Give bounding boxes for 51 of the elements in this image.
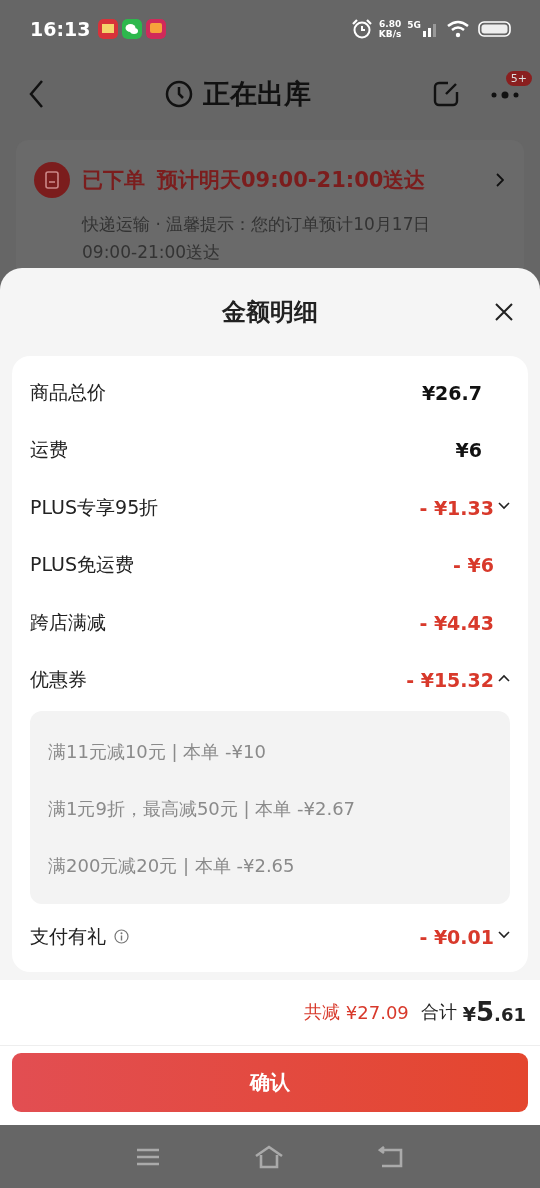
savings-label: 共减 xyxy=(303,1000,340,1024)
back-icon[interactable] xyxy=(28,79,44,109)
chevron-down-icon[interactable] xyxy=(498,930,510,939)
app-icon xyxy=(98,19,119,39)
fee-amount: - ¥4.43 xyxy=(419,611,494,634)
chevron-right-icon[interactable] xyxy=(496,173,504,187)
notification-badge: 5+ xyxy=(505,70,532,86)
signal-icon xyxy=(422,21,438,37)
coupon-detail: 满11元减10元 | 本单 -¥10 xyxy=(48,740,267,764)
fee-amount: - ¥15.32 xyxy=(406,669,494,692)
savings-amount: ¥27.09 xyxy=(345,1001,409,1023)
fee-amount: - ¥0.01 xyxy=(419,925,494,948)
fee-amount: ¥26.7 xyxy=(421,381,482,404)
fee-label: 跨店满减 xyxy=(30,609,106,635)
total-amount: ¥5.61 xyxy=(462,997,526,1027)
delivery-status: 已下单 xyxy=(82,167,145,194)
fee-amount: ¥6 xyxy=(455,439,482,462)
fee-label: 支付有礼 xyxy=(30,923,106,949)
sheet-title: 金额明细 xyxy=(222,297,318,328)
close-icon[interactable] xyxy=(494,302,514,322)
battery-icon xyxy=(478,21,512,37)
shopping-app-icon xyxy=(146,19,167,39)
fee-label: 运费 xyxy=(30,437,68,463)
network-type: 5G xyxy=(407,20,421,30)
page-title: 正在出库 xyxy=(203,77,311,111)
delivery-eta: 预计明天09:00-21:00送达 xyxy=(157,167,426,194)
info-icon[interactable] xyxy=(114,929,129,945)
fee-label: 商品总价 xyxy=(30,379,106,405)
wifi-icon xyxy=(446,20,470,38)
chevron-up-icon[interactable] xyxy=(498,674,510,683)
clock-icon xyxy=(165,80,193,108)
share-icon[interactable] xyxy=(432,80,460,108)
network-speed: 6.80 KB/s xyxy=(378,19,402,39)
status-time: 16:13 xyxy=(30,18,91,40)
fee-label: 优惠券 xyxy=(30,667,87,693)
fee-label: PLUS免运费 xyxy=(30,552,135,578)
alarm-icon xyxy=(350,18,373,40)
home-icon[interactable] xyxy=(254,1144,284,1169)
chat-app-icon xyxy=(122,19,143,39)
return-icon[interactable] xyxy=(378,1145,404,1168)
menu-icon[interactable] xyxy=(136,1146,160,1167)
fee-amount: - ¥6 xyxy=(453,554,494,577)
document-icon xyxy=(34,162,70,198)
total-label: 合计 xyxy=(420,1000,457,1024)
coupon-detail: 满1元9折，最高减50元 | 本单 -¥2.67 xyxy=(48,797,357,821)
fee-amount: - ¥1.33 xyxy=(419,496,494,519)
confirm-button[interactable]: 确认 xyxy=(12,1052,528,1112)
chevron-down-icon[interactable] xyxy=(498,501,510,510)
fee-label: PLUS专享95折 xyxy=(30,494,159,520)
coupon-detail: 满200元减20元 | 本单 -¥2.65 xyxy=(48,854,296,878)
more-icon[interactable] xyxy=(490,89,520,100)
